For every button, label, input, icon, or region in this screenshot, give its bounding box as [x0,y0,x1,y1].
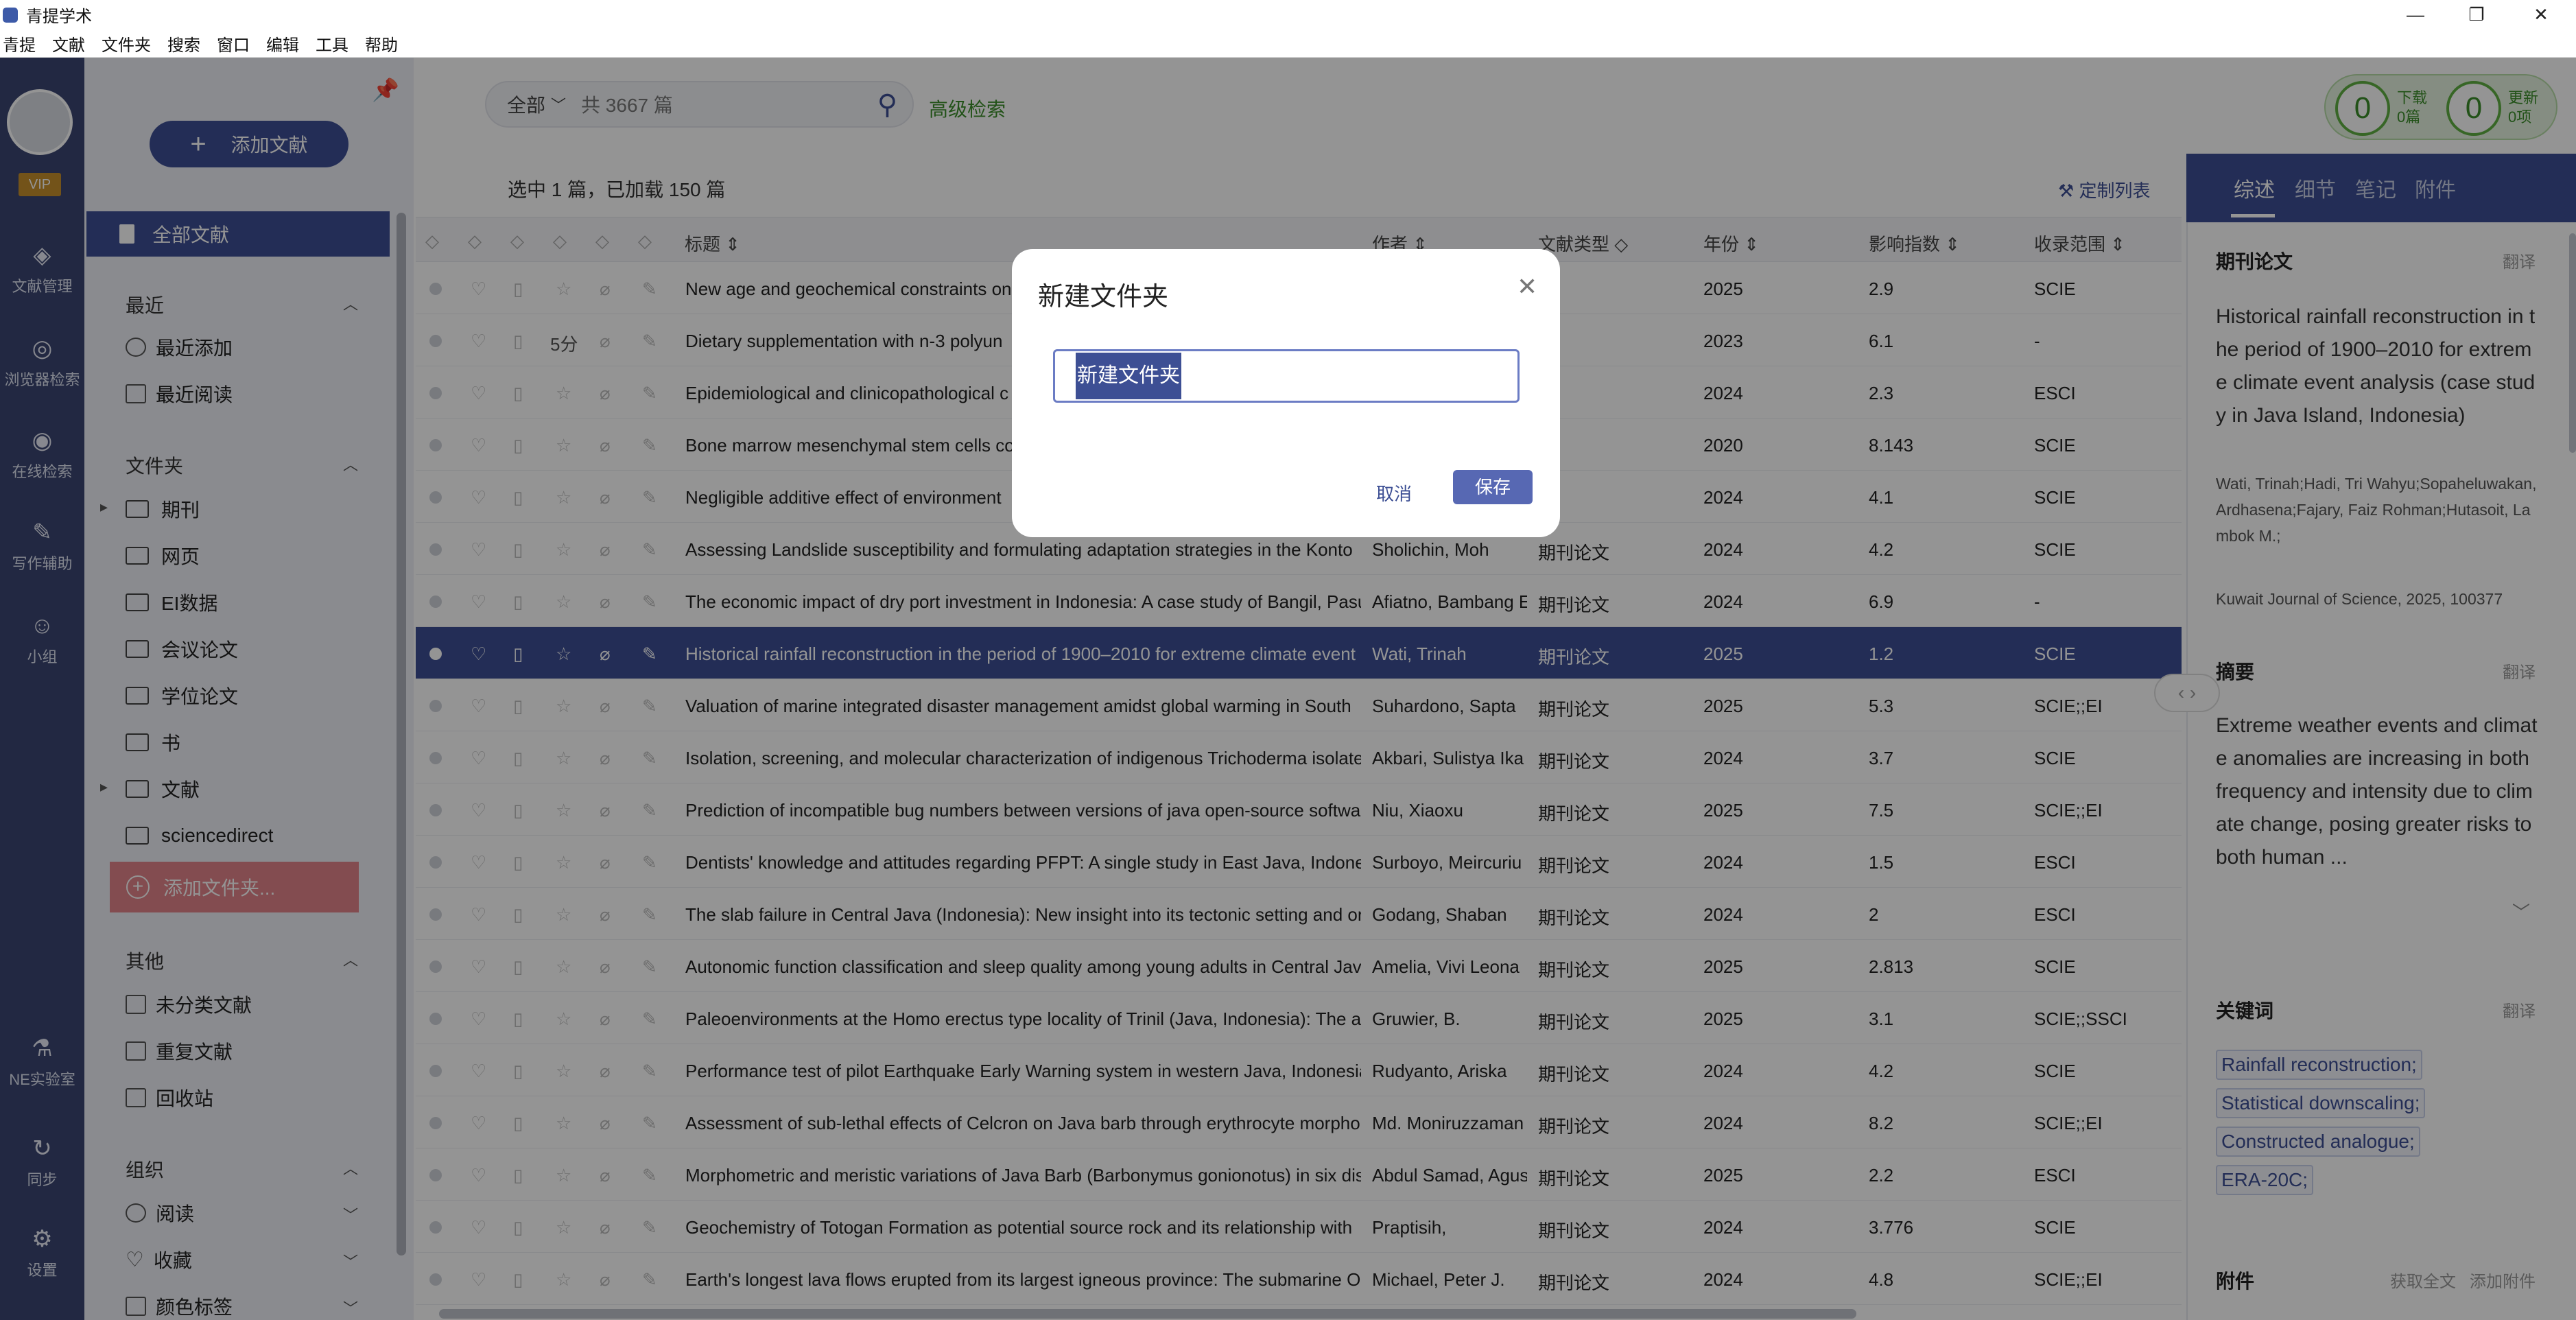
restore-icon[interactable]: ❐ [2449,0,2504,30]
close-window-icon[interactable]: ✕ [2514,0,2568,30]
menu-qingti[interactable]: 青提 [3,32,36,56]
folder-name-value: 新建文件夹 [1076,353,1181,399]
dialog-title: 新建文件夹 [1038,283,1169,311]
menu-help[interactable]: 帮助 [365,32,398,56]
menu-edit[interactable]: 编辑 [266,32,299,56]
modal-overlay [0,58,2576,1320]
save-button[interactable]: 保存 [1453,470,1533,504]
menu-tools[interactable]: 工具 [316,32,348,56]
new-folder-dialog: 新建文件夹 ✕ 新建文件夹 取消 保存 [1012,249,1560,537]
menu-bar: 青提 文献 文件夹 搜索 窗口 编辑 工具 帮助 [0,30,2576,58]
app-title: 青提学术 [26,8,92,26]
close-icon[interactable]: ✕ [1517,272,1537,301]
app-logo-icon [3,7,18,23]
minimize-icon[interactable]: — [2388,0,2443,30]
folder-name-input[interactable]: 新建文件夹 [1053,349,1520,403]
menu-search[interactable]: 搜索 [167,32,200,56]
menu-window[interactable]: 窗口 [217,32,250,56]
menu-documents[interactable]: 文献 [52,32,85,56]
title-bar: 青提学术 — ❐ ✕ [0,0,2576,30]
cancel-button[interactable]: 取消 [1376,480,1412,506]
menu-folder[interactable]: 文件夹 [102,32,151,56]
